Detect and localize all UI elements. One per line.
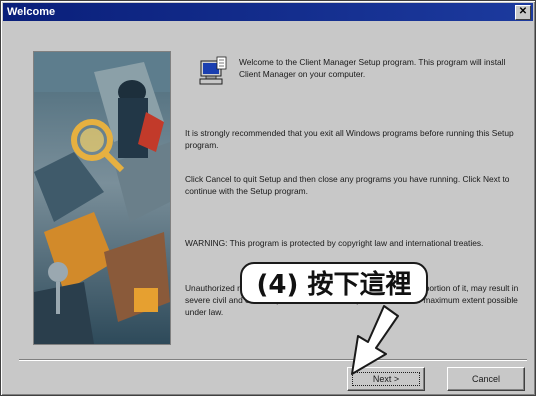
window-title: Welcome [7,6,56,18]
wizard-side-image [33,51,171,345]
recommendation-text: It is strongly recommended that you exit… [185,128,514,150]
button-separator [19,359,527,361]
intro-text: Welcome to the Client Manager Setup prog… [239,57,506,79]
warning-text: WARNING: This program is protected by co… [185,238,484,248]
wizard-illustration [34,52,170,344]
computer-setup-icon [197,55,229,87]
cancel-button-label: Cancel [471,374,500,384]
title-bar[interactable]: Welcome ✕ [3,3,533,21]
callout-text: (4) 按下這裡 [256,270,412,300]
close-icon: ✕ [518,6,528,17]
instruction-callout: (4) 按下這裡 [240,262,428,304]
close-button[interactable]: ✕ [515,5,531,20]
setup-window: Welcome ✕ Welcome to the Client Manager … [0,0,536,396]
cancel-button[interactable]: Cancel [447,367,525,391]
arrow-pointer-icon [351,305,399,375]
cancel-note-text: Click Cancel to quit Setup and then clos… [185,174,510,196]
